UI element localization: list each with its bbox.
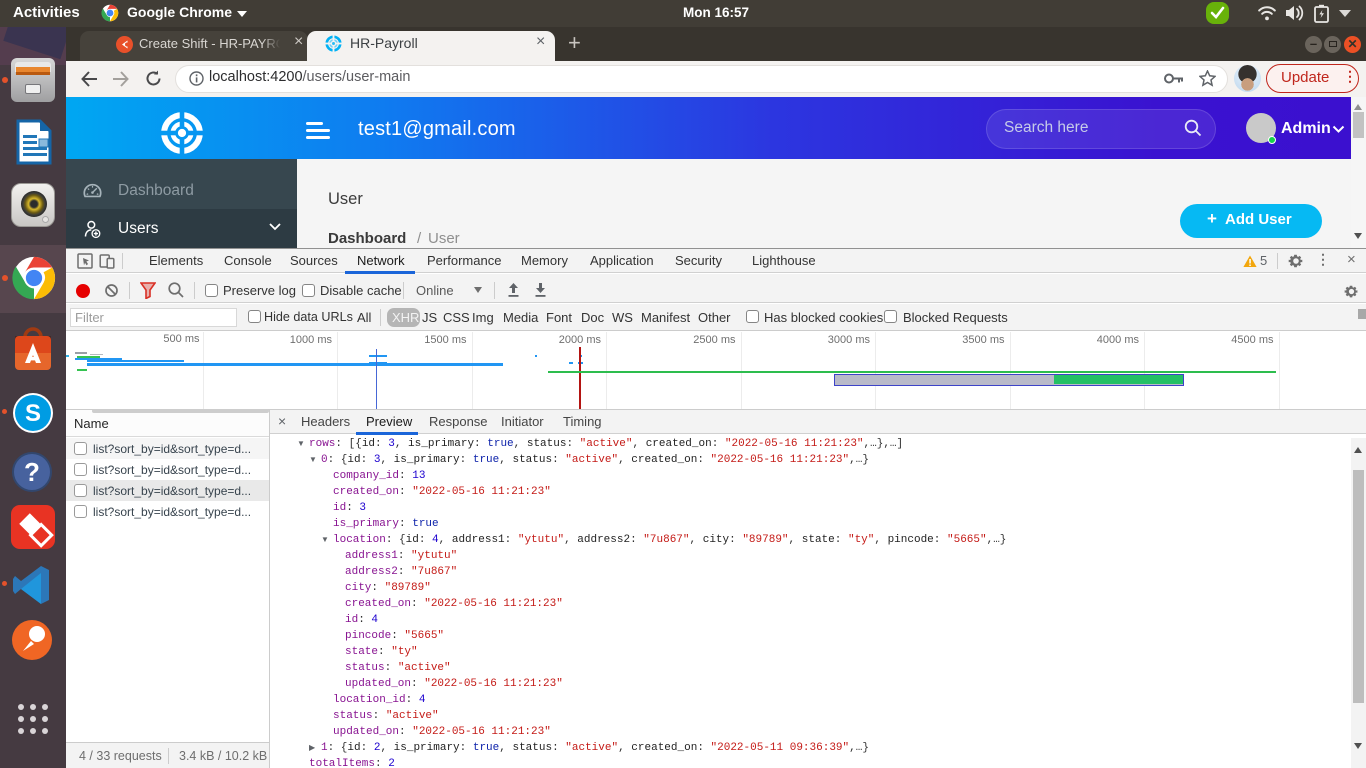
svg-text:S: S xyxy=(25,400,41,427)
svg-text:?: ? xyxy=(24,457,40,487)
